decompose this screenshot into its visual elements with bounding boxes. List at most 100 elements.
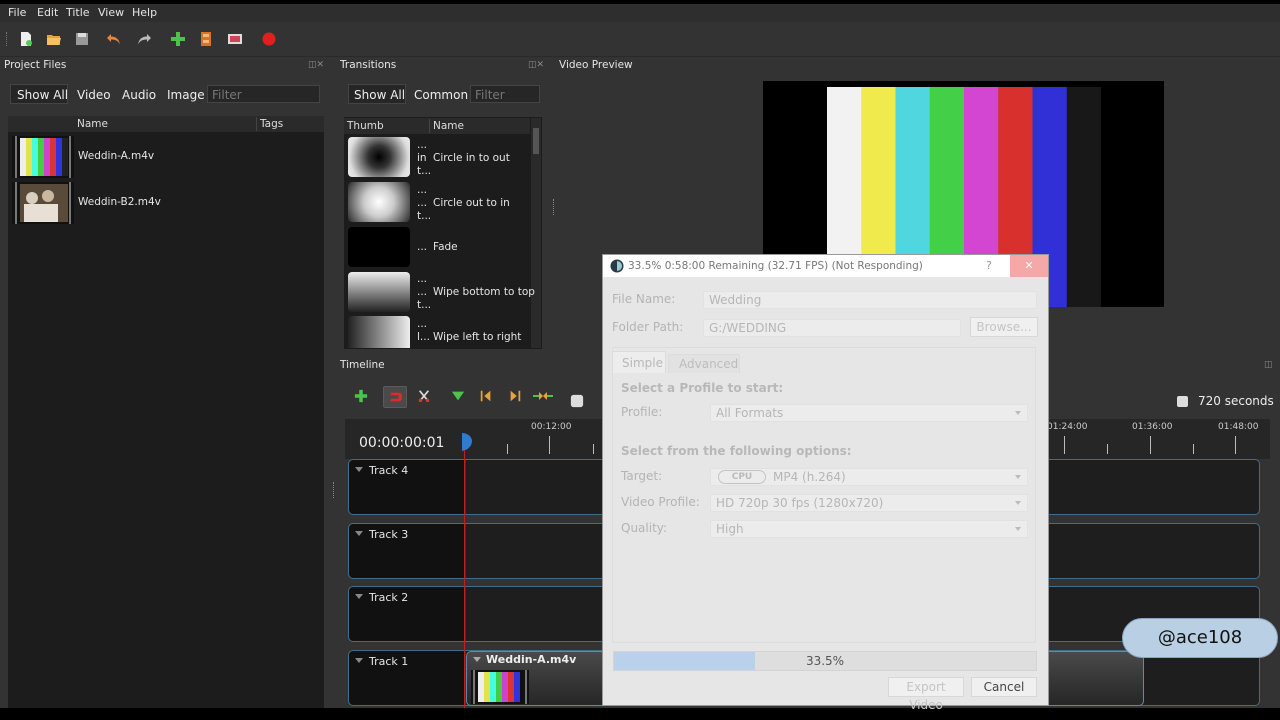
tab-advanced[interactable]: Advanced [668,354,740,373]
playhead-line [464,450,465,708]
folder-path-input[interactable]: G:/WEDDING [703,319,961,337]
video-profile-select[interactable]: HD 720p 30 fps (1280x720) [710,494,1028,512]
clip-thumbnail [471,670,529,704]
transition-thumb-wipe-bottom-to-top[interactable] [348,272,410,312]
transitions-scrollbar[interactable] [531,118,541,348]
cancel-button[interactable]: Cancel [971,677,1037,697]
file-name-input[interactable]: Wedding [703,291,1037,309]
export-video-icon[interactable] [261,31,277,47]
main-toolbar [0,22,1280,57]
zoom-slider-handle-icon[interactable] [570,394,584,408]
track-header[interactable]: Track 1 [349,651,466,705]
transitions-filter-input[interactable]: Filter [470,85,540,103]
project-filter-audio[interactable]: Audio [117,86,161,104]
transition-name[interactable]: Fade [433,241,458,253]
fullscreen-icon[interactable] [227,31,243,47]
project-files-col-tags[interactable]: Tags [260,116,283,132]
ruler-tick [549,436,550,454]
transition-name[interactable]: Wipe bottom to top [433,286,535,298]
dialog-help-button[interactable]: ? [986,259,992,272]
redo-icon[interactable] [136,31,152,47]
dialog-close-button[interactable]: ✕ [1010,255,1048,277]
zoom-checkbox[interactable] [1177,396,1188,407]
transition-thumb-circle-out-to-in[interactable] [348,182,410,222]
add-track-icon[interactable] [354,389,368,403]
header-divider [429,119,430,133]
watermark-text: @ace108 [1157,627,1243,648]
undo-icon[interactable] [106,31,122,47]
transition-thumb-wipe-left-to-right[interactable] [348,316,410,348]
track-menu-icon[interactable] [355,658,363,663]
profile-select[interactable]: All Formats [710,404,1028,422]
razor-icon[interactable] [417,389,431,403]
previous-marker-icon[interactable] [479,389,493,403]
menu-help[interactable]: Help [132,6,157,19]
project-filter-image[interactable]: Image [162,86,210,104]
center-on-playhead-icon[interactable] [532,389,554,403]
color-bar [1066,87,1101,307]
transition-prefix: ... l... [417,318,430,343]
track-menu-icon[interactable] [355,594,363,599]
open-project-icon[interactable] [46,31,62,47]
add-marker-icon[interactable] [451,390,465,402]
project-files-filter-input[interactable]: Filter [207,85,320,103]
browse-button[interactable]: Browse... [970,317,1038,337]
choose-profile-icon[interactable] [198,31,214,47]
timeline-title: Timeline [340,359,385,371]
track-header[interactable]: Track 2 [349,587,466,641]
project-filter-video[interactable]: Video [72,86,116,104]
ruler-label: 00:12:00 [531,422,572,432]
file-name[interactable]: Weddin-B2.m4v [78,196,161,208]
tab-simple[interactable]: Simple [612,351,666,373]
transition-filter-show-all[interactable]: Show All [349,86,410,104]
menu-file[interactable]: File [8,6,26,19]
new-project-icon[interactable] [18,31,34,47]
file-thumb-bars[interactable] [12,136,74,178]
quality-select[interactable]: High [710,520,1028,538]
cpu-badge: CPU [718,470,766,484]
dialog-titlebar[interactable]: 33.5% 0:58:00 Remaining (32.71 FPS) (Not… [603,255,1048,277]
transitions-panel-controls[interactable]: ◫✕ [528,60,548,70]
export-video-button[interactable]: Export Video [888,677,964,712]
transition-name[interactable]: Circle in to out [433,152,510,164]
import-files-icon[interactable] [170,31,186,47]
dialog-body: File Name: Wedding Folder Path: G:/WEDDI… [603,277,1048,712]
transition-name[interactable]: Circle out to in [433,197,510,209]
snapping-toggle[interactable] [383,386,407,408]
chevron-down-icon [1015,475,1021,479]
transition-filter-common[interactable]: Common [409,86,473,104]
next-marker-icon[interactable] [508,389,522,403]
ruler-tick [1107,444,1108,454]
openshot-logo-icon [610,259,624,273]
playhead-marker-icon[interactable] [460,432,474,452]
file-name[interactable]: Weddin-A.m4v [78,150,154,162]
track-header[interactable]: Track 3 [349,524,466,578]
splitter-handle[interactable] [333,482,336,498]
project-files-panel-controls[interactable]: ◫✕ [308,60,328,70]
transitions-col-name[interactable]: Name [433,118,464,134]
project-filter-show-all[interactable]: Show All [12,86,73,104]
track-header[interactable]: Track 4 [349,460,466,514]
splitter-handle[interactable] [553,199,556,215]
track-name: Track 1 [369,655,409,668]
transition-thumb-fade[interactable] [348,227,410,267]
track-menu-icon[interactable] [355,467,363,472]
scrollbar-thumb[interactable] [533,128,539,154]
file-thumb-photo[interactable] [12,182,74,224]
transition-thumb-circle-in-to-out[interactable] [348,137,410,177]
transitions-col-thumb[interactable]: Thumb [347,118,384,134]
timeline-panel-controls[interactable]: ◫ [1264,360,1274,370]
save-project-icon[interactable] [74,31,90,47]
transition-name[interactable]: Wipe left to right [433,331,521,343]
menu-title[interactable]: Title [66,6,90,19]
project-files-col-name[interactable]: Name [77,116,108,132]
target-select[interactable]: CPU MP4 (h.264) [710,468,1028,486]
folder-path-label: Folder Path: [612,320,684,334]
profile-label: Profile: [621,405,663,419]
track-menu-icon[interactable] [355,531,363,536]
tab-advanced-label: Advanced [679,357,739,371]
menu-view[interactable]: View [98,6,124,19]
menu-edit[interactable]: Edit [37,6,58,19]
tab-simple-label: Simple [622,356,663,370]
clip-menu-icon[interactable] [473,657,481,662]
